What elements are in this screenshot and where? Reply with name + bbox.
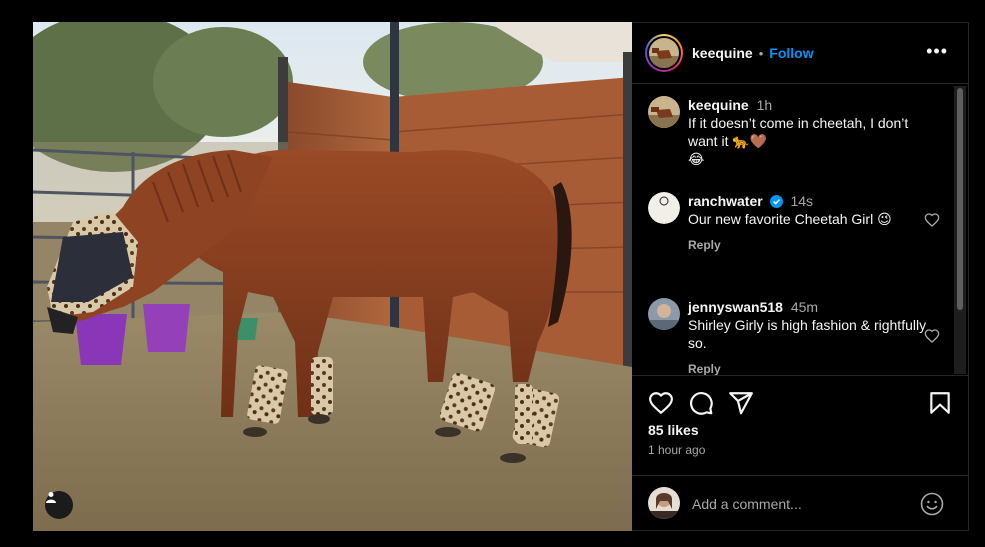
comments-list[interactable]: keequine 1h If it doesn’t come in cheeta… bbox=[632, 85, 954, 375]
comment-composer bbox=[632, 475, 968, 532]
reply-button[interactable]: Reply bbox=[688, 360, 938, 375]
comment-text: Our new favorite Cheetah Girl 😉 bbox=[688, 211, 892, 227]
heart-icon bbox=[924, 329, 940, 348]
post-photo[interactable] bbox=[33, 22, 632, 531]
post-header: keequine • Follow ••• bbox=[632, 23, 968, 84]
comment-button[interactable] bbox=[688, 390, 714, 416]
comments-scrollbar[interactable] bbox=[954, 86, 966, 374]
comment-username[interactable]: ranchwater bbox=[688, 193, 763, 209]
commenter-avatar[interactable] bbox=[648, 298, 680, 330]
horse-photo-illustration bbox=[33, 22, 632, 531]
post-timestamp[interactable]: 1 hour ago bbox=[648, 443, 705, 457]
reply-button[interactable]: Reply bbox=[688, 236, 938, 254]
comment-time: 45m bbox=[790, 299, 819, 315]
user-tag-button[interactable] bbox=[45, 491, 73, 519]
comment-username[interactable]: jennyswan518 bbox=[688, 299, 783, 315]
author-username[interactable]: keequine bbox=[692, 45, 753, 61]
post-actions: 85 likes 1 hour ago bbox=[632, 375, 968, 475]
like-comment-button[interactable] bbox=[924, 212, 940, 228]
comment-time: 14s bbox=[790, 193, 814, 209]
bookmark-icon bbox=[927, 392, 953, 420]
comment-text: Shirley Girly is high fashion & rightful… bbox=[688, 317, 927, 351]
verified-icon bbox=[769, 194, 783, 208]
share-icon bbox=[728, 392, 754, 420]
author-avatar-ring[interactable] bbox=[645, 34, 683, 72]
like-comment-button[interactable] bbox=[924, 328, 940, 344]
commenter-avatar[interactable] bbox=[648, 96, 680, 128]
comment-username[interactable]: keequine bbox=[688, 97, 749, 113]
likes-count[interactable]: 85 likes bbox=[648, 422, 699, 438]
commenter-avatar[interactable] bbox=[648, 192, 680, 224]
header-separator: • bbox=[758, 45, 764, 61]
post-modal: keequine • Follow ••• keequine 1h If it … bbox=[33, 22, 969, 531]
comment-time: 1h bbox=[756, 97, 773, 113]
scrollbar-thumb[interactable] bbox=[957, 88, 963, 310]
emoji-icon bbox=[920, 492, 944, 520]
author-avatar bbox=[649, 38, 679, 68]
comment-input[interactable] bbox=[692, 493, 912, 515]
save-button[interactable] bbox=[927, 390, 953, 416]
heart-icon bbox=[648, 392, 674, 420]
comment-icon bbox=[688, 392, 714, 420]
post-sidebar: keequine • Follow ••• keequine 1h If it … bbox=[632, 22, 969, 531]
heart-icon bbox=[924, 213, 940, 232]
more-icon: ••• bbox=[926, 41, 948, 61]
follow-button[interactable]: Follow bbox=[769, 45, 813, 61]
current-user-avatar bbox=[648, 487, 680, 519]
more-options-button[interactable]: ••• bbox=[926, 41, 948, 62]
comment-text: If it doesn’t come in cheetah, I don’t w… bbox=[688, 115, 909, 167]
share-button[interactable] bbox=[728, 390, 754, 416]
emoji-button[interactable] bbox=[920, 492, 944, 516]
like-button[interactable] bbox=[648, 390, 674, 416]
